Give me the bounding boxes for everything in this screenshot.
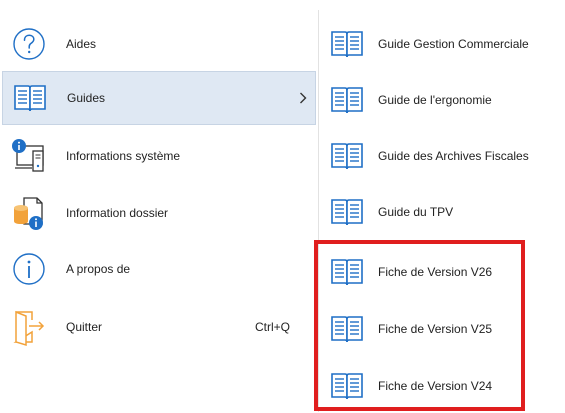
submenu-item-label: Fiche de Version V25 [378,322,493,336]
menu-item-label: Informations système [66,149,181,163]
book-icon [329,197,365,227]
submenu-item-guide-archives-fiscales[interactable]: Guide des Archives Fiscales [319,129,565,183]
keyboard-shortcut: Ctrl+Q [254,320,290,334]
main-menu: Aides Guides Informations système Inform… [0,0,318,412]
submenu-item-guide-ergonomie[interactable]: Guide de l'ergonomie [319,73,565,127]
help-circle-icon [10,25,48,63]
database-info-icon [10,194,48,232]
submenu-item-label: Fiche de Version V26 [378,265,493,279]
info-circle-icon [10,250,48,288]
book-icon [329,257,365,287]
chevron-right-icon [299,72,307,124]
menu-item-informations-systeme[interactable]: Informations système [2,129,316,183]
book-icon [329,371,365,401]
submenu-item-fiche-version-v26[interactable]: Fiche de Version V26 [319,245,565,299]
menu-item-label: Quitter [66,320,103,334]
book-icon [329,85,365,115]
menu-item-quitter[interactable]: Quitter Ctrl+Q [2,300,316,354]
submenu-item-label: Guide de l'ergonomie [378,93,492,107]
menu-item-aides[interactable]: Aides [2,17,316,71]
book-icon [329,314,365,344]
menu-item-label: Information dossier [66,206,169,220]
menu-item-a-propos-de[interactable]: A propos de [2,242,316,296]
menu-item-label: A propos de [66,262,131,276]
submenu-item-guide-gestion-commerciale[interactable]: Guide Gestion Commerciale [319,17,565,71]
submenu-item-label: Guide Gestion Commerciale [378,37,529,51]
submenu-item-label: Guide du TPV [378,205,454,219]
submenu-item-label: Fiche de Version V24 [378,379,493,393]
system-info-icon [10,137,48,175]
menu-item-information-dossier[interactable]: Information dossier [2,186,316,240]
menu-item-guides[interactable]: Guides [2,71,316,125]
book-icon [11,79,49,117]
submenu-item-label: Guide des Archives Fiscales [378,149,529,163]
submenu-item-fiche-version-v24[interactable]: Fiche de Version V24 [319,359,565,413]
menu-item-label: Aides [66,37,97,51]
submenu-item-guide-tpv[interactable]: Guide du TPV [319,185,565,239]
book-icon [329,29,365,59]
menu-item-label: Guides [67,91,106,105]
exit-icon [10,308,48,346]
book-icon [329,141,365,171]
submenu-item-fiche-version-v25[interactable]: Fiche de Version V25 [319,302,565,356]
guides-submenu: Guide Gestion Commerciale Guide de l'erg… [319,0,565,412]
